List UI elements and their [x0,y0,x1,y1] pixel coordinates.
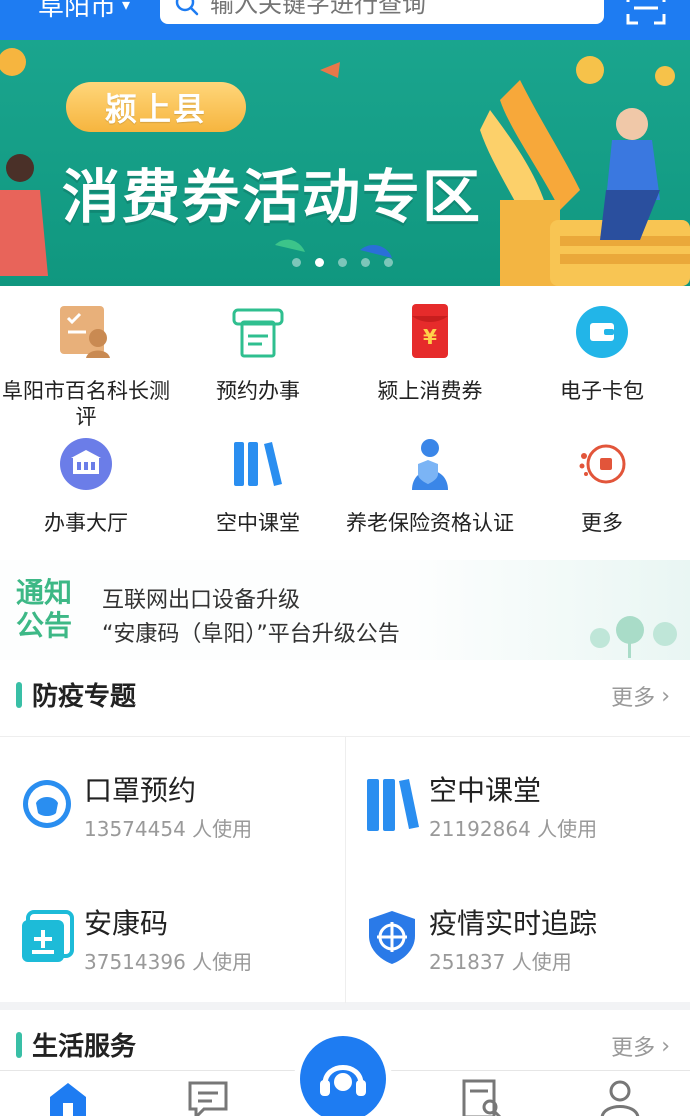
card-title: 安康码 [84,907,169,940]
service-item-voucher[interactable]: ¥ 颍上消费券 [344,302,516,404]
pagination-dot-active[interactable] [315,258,324,267]
books-icon [234,442,282,486]
chevron-right-icon: › [661,683,670,709]
section-title: 防疫专题 [32,682,137,712]
banner-pagination[interactable] [292,258,393,267]
service-label: 更多 [581,511,623,535]
banner-badge: 颍上县 [66,82,246,132]
section-header-epidemic: 防疫专题 更多 › [0,660,690,736]
epidemic-cards: 口罩预约 13574454 人使用 空中课堂 21192864 人使用 安康码 … [0,736,690,1003]
pagination-dot[interactable] [384,258,393,267]
search-doc-icon[interactable] [460,1079,504,1116]
service-label: 空中课堂 [216,511,300,535]
chevron-right-icon: › [661,1033,670,1059]
service-label: 预约办事 [216,379,300,403]
city-label: 阜阳市 [38,0,117,22]
hall-icon [60,438,112,490]
chevron-down-icon: ▾ [122,0,131,14]
health-code-icon [22,910,74,962]
service-label: 颍上消费券 [377,379,483,403]
section-title: 生活服务 [32,1032,137,1062]
more-icon [579,444,626,484]
search-bar[interactable] [160,0,604,24]
epidemic-card-health-code[interactable]: 安康码 37514396 人使用 [0,870,345,1003]
tracking-shield-icon [369,911,415,964]
card-usage: 13574454 人使用 [84,817,253,841]
top-header: 阜阳市 ▾ [0,0,690,40]
ticket-icon [232,308,284,358]
epidemic-card-mask[interactable]: 口罩预约 13574454 人使用 [0,737,345,870]
mask-icon [23,780,71,828]
more-label: 更多 [611,686,656,711]
banner-title: 消费券活动专区 [62,163,483,231]
notice-bar[interactable]: 通知公告 互联网出口设备升级 “安康码（阜阳）”平台升级公告 [0,560,690,660]
survey-icon [60,306,110,358]
pagination-dot[interactable] [338,258,347,267]
more-label: 更多 [611,1036,656,1061]
service-label: 养老保险资格认证 [346,511,514,535]
pagination-dot[interactable] [292,258,301,267]
promo-banner[interactable]: 颍上县 消费券活动专区 [0,40,690,286]
more-link[interactable]: 更多 › [611,1030,670,1062]
pagination-dot[interactable] [361,258,370,267]
notice-item[interactable]: “安康码（阜阳）”平台升级公告 [102,616,400,648]
headset-icon [320,1065,366,1096]
notice-tag: 通知公告 [16,576,73,642]
notice-item[interactable]: 互联网出口设备升级 [102,582,300,614]
card-title: 空中课堂 [429,774,542,807]
card-usage: 21192864 人使用 [429,817,598,841]
service-label: 办事大厅 [44,511,128,535]
search-input[interactable] [210,0,570,18]
epidemic-card-tracking[interactable]: 疫情实时追踪 251837 人使用 [345,870,690,1003]
service-item-appointment[interactable]: 预约办事 [172,302,344,404]
city-selector[interactable]: 阜阳市 ▾ [38,0,130,23]
service-label: 阜阳市百名科长测评 [2,379,170,429]
more-link[interactable]: 更多 › [611,680,670,712]
card-title: 口罩预约 [84,774,197,807]
books-icon [367,779,419,831]
section-accent-bar [16,1032,22,1058]
service-item-pension-auth[interactable]: 养老保险资格认证 [344,434,516,536]
card-title: 疫情实时追踪 [429,907,598,940]
service-item-survey[interactable]: 阜阳市百名科长测评 [0,302,172,430]
svg-text:¥: ¥ [423,325,437,349]
service-item-hall[interactable]: 办事大厅 [0,434,172,536]
notice-decoration [590,616,677,658]
customer-service-button[interactable] [300,1036,386,1116]
search-icon [175,0,199,16]
user-icon[interactable] [598,1079,642,1116]
message-icon[interactable] [186,1079,230,1116]
card-usage: 251837 人使用 [429,950,572,974]
service-label: 电子卡包 [560,379,644,403]
wallet-icon [576,306,628,358]
red-envelope-icon: ¥ [412,304,448,358]
service-item-wallet[interactable]: 电子卡包 [516,302,688,404]
elder-shield-icon [412,439,448,490]
card-usage: 37514396 人使用 [84,950,253,974]
scan-icon[interactable] [626,0,666,26]
service-item-classroom[interactable]: 空中课堂 [172,434,344,536]
epidemic-card-classroom[interactable]: 空中课堂 21192864 人使用 [345,737,690,870]
home-icon[interactable] [46,1079,90,1116]
service-grid: 阜阳市百名科长测评 预约办事 ¥ 颍上消费券 电子卡包 办事大厅 空中课堂 养老… [0,286,690,560]
section-accent-bar [16,682,22,708]
service-item-more[interactable]: 更多 [516,434,688,536]
